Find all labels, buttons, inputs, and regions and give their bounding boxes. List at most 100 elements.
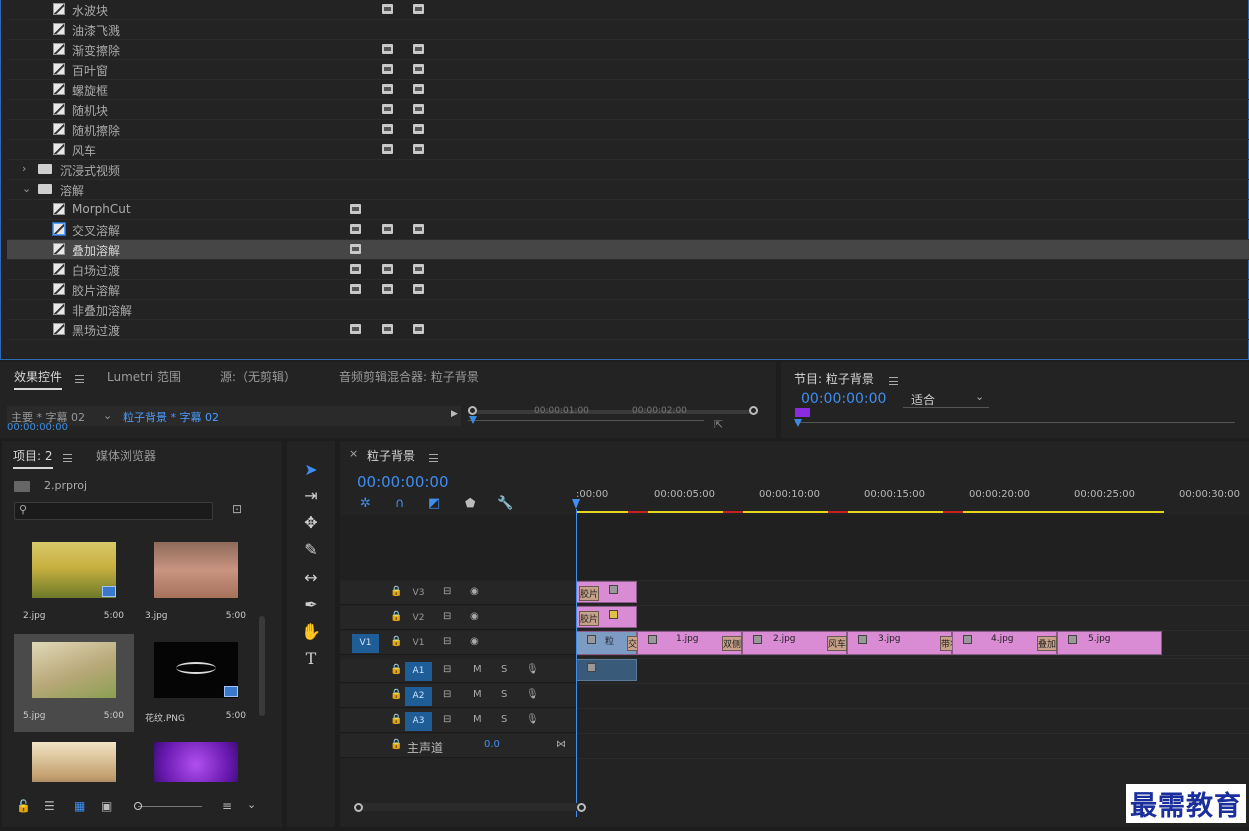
source-patch-button[interactable]: V1 (352, 634, 379, 653)
effect-item[interactable]: 水波块 (7, 0, 1249, 20)
freeform-view-icon[interactable]: ▣ (101, 799, 112, 813)
sort-icon[interactable]: ≡ (222, 799, 232, 813)
list-view-icon[interactable]: ☰ (44, 799, 55, 813)
zoom-handle-right[interactable] (749, 406, 758, 415)
type-tool-icon[interactable]: T (298, 648, 324, 670)
clip-v3[interactable]: 胶片 (576, 581, 637, 603)
eye-icon[interactable]: ◉ (470, 586, 479, 597)
effect-item[interactable]: 油漆飞溅 (7, 20, 1249, 40)
timeline-ruler[interactable]: :00:00 00:00:05:00 00:00:10:00 00:00:15:00 0… (576, 485, 1249, 515)
tab-lumetri-scopes[interactable]: Lumetri 范围 (107, 368, 181, 385)
effect-item[interactable]: 螺旋框 (7, 80, 1249, 100)
tab-effect-controls[interactable]: 效果控件 (14, 368, 63, 390)
microphone-icon[interactable]: 🎙 (526, 664, 539, 675)
effect-item[interactable]: 渐变擦除 (7, 40, 1249, 60)
effect-item[interactable]: 风车 (7, 140, 1249, 160)
effect-folder[interactable]: › 沉浸式视频 (7, 160, 1249, 180)
lock-icon[interactable]: 🔒 (390, 586, 402, 597)
selection-tool-icon[interactable]: ➤ (298, 459, 324, 481)
tab-media-browser[interactable]: 媒体浏览器 (96, 447, 156, 464)
icon-view-icon[interactable]: ▦ (74, 799, 85, 813)
playhead-icon[interactable] (572, 499, 580, 509)
play-arrow-icon[interactable]: ▶ (451, 409, 458, 419)
effect-folder[interactable]: ⌄ 溶解 (7, 180, 1249, 200)
clip-v1[interactable]: 2.jpg 风车 (742, 631, 847, 655)
playhead-icon[interactable] (469, 416, 477, 424)
hand-tool-icon[interactable]: ✋ (298, 621, 324, 643)
project-item[interactable] (136, 734, 254, 782)
panel-menu-icon[interactable] (75, 375, 84, 383)
mute-button[interactable]: M (473, 689, 482, 700)
project-item[interactable]: 花纹.PNG 5:00 (136, 634, 254, 732)
work-area-marker[interactable] (795, 408, 810, 417)
clip-v1[interactable]: 粒交叉 (576, 631, 647, 655)
project-search-input[interactable]: ⚲ (14, 502, 213, 520)
snap-icon[interactable]: ∩ (395, 496, 405, 511)
track-target-v2[interactable]: V2 (405, 609, 432, 628)
program-timecode[interactable]: 00:00:00:00 (801, 391, 886, 407)
transition-block[interactable]: 胶片 (579, 611, 599, 626)
timeline-scrollbar[interactable] (354, 803, 586, 812)
sync-lock-icon[interactable]: ⊟ (443, 611, 451, 622)
tab-sequence[interactable]: 粒子背景 (367, 447, 415, 464)
fit-dropdown[interactable]: 适合 ⌄ (903, 390, 989, 408)
export-icon[interactable]: ⇱ (714, 418, 723, 431)
effect-item[interactable]: 交叉溶解 (7, 220, 1249, 240)
chevron-down-icon[interactable]: ⌄ (247, 798, 256, 811)
project-item[interactable]: 5.jpg 5:00 (14, 634, 134, 732)
sync-lock-icon[interactable]: ⊟ (443, 689, 451, 700)
clip-v2[interactable]: 胶片 (576, 606, 637, 628)
effect-item[interactable]: 黑场过渡 (7, 320, 1249, 340)
track-target-a1[interactable]: A1 (405, 662, 432, 681)
master-volume-value[interactable]: 0.0 (484, 739, 500, 750)
solo-button[interactable]: S (501, 664, 507, 675)
sync-lock-icon[interactable]: ⊟ (443, 664, 451, 675)
program-ruler[interactable] (795, 422, 1235, 423)
program-menu-icon[interactable] (889, 377, 898, 385)
playhead-line[interactable] (576, 581, 577, 817)
lock-icon[interactable]: 🔓 (16, 799, 31, 813)
lock-icon[interactable]: 🔒 (390, 739, 402, 750)
clip-v1[interactable]: 1.jpg 双侧 (637, 631, 742, 655)
tab-project[interactable]: 项目: 2 (13, 447, 53, 469)
track-target-a3[interactable]: A3 (405, 712, 432, 731)
effect-item[interactable]: 百叶窗 (7, 60, 1249, 80)
ripple-edit-tool-icon[interactable]: ✥ (298, 512, 324, 534)
lock-icon[interactable]: 🔒 (390, 714, 402, 725)
effect-item[interactable]: 白场过渡 (7, 260, 1249, 280)
clip-v1[interactable]: 4.jpg 叠加 (952, 631, 1057, 655)
transition-block[interactable]: 叠加 (1037, 636, 1057, 651)
sync-lock-icon[interactable]: ⊟ (443, 714, 451, 725)
mute-button[interactable]: M (473, 664, 482, 675)
zoom-slider-handle[interactable] (134, 802, 142, 810)
track-select-tool-icon[interactable]: ⇥ (298, 485, 324, 507)
transition-block[interactable]: 胶片 (579, 586, 599, 601)
solo-button[interactable]: S (501, 689, 507, 700)
ec-timecode[interactable]: 00:00:00:00 (7, 422, 68, 433)
track-target-v1[interactable]: V1 (405, 634, 432, 653)
effect-item[interactable]: 非叠加溶解 (7, 300, 1249, 320)
sync-lock-icon[interactable]: ⊟ (443, 586, 451, 597)
zoom-handle-left[interactable] (468, 406, 477, 415)
timeline-timecode[interactable]: 00:00:00:00 (357, 473, 449, 491)
microphone-icon[interactable]: 🎙 (526, 714, 539, 725)
clip-v1[interactable]: 3.jpg带状 (847, 631, 954, 655)
add-marker-icon[interactable]: ⬟ (465, 496, 475, 510)
lock-icon[interactable]: 🔒 (390, 689, 402, 700)
chevron-right-icon[interactable]: › (22, 162, 26, 175)
close-icon[interactable]: × (349, 447, 358, 460)
transition-block[interactable]: 双侧 (722, 636, 742, 651)
nest-icon[interactable]: ✲ (360, 496, 371, 511)
track-target-v3[interactable]: V3 (405, 584, 432, 603)
razor-tool-icon[interactable]: ✎ (298, 539, 324, 561)
lock-icon[interactable]: 🔒 (390, 636, 402, 647)
track-target-a2[interactable]: A2 (405, 687, 432, 706)
eye-icon[interactable]: ◉ (470, 636, 479, 647)
sync-lock-icon[interactable]: ⊟ (443, 636, 451, 647)
project-menu-icon[interactable] (63, 454, 72, 462)
wrench-icon[interactable]: 🔧 (497, 496, 513, 511)
pen-tool-icon[interactable]: ✒ (298, 594, 324, 616)
project-item[interactable]: 2.jpg 5:00 (14, 534, 134, 632)
solo-button[interactable]: S (501, 714, 507, 725)
slip-tool-icon[interactable]: ↔ (298, 567, 324, 589)
